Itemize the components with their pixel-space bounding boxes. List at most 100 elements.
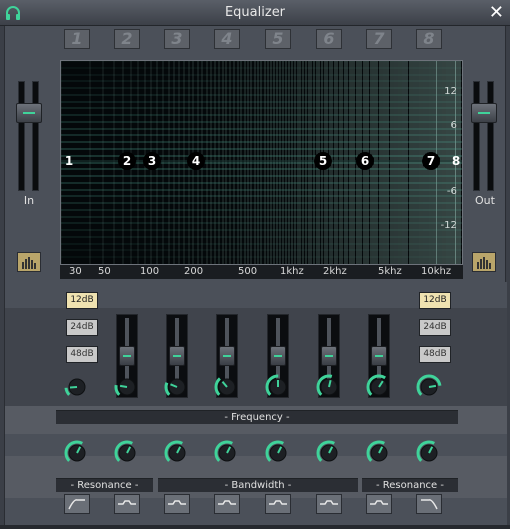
frequency-knob-7[interactable] [366,374,392,400]
frequency-knob-8[interactable] [416,374,442,400]
spectrum-icon [477,257,491,269]
frequency-tick-label: 1khz [280,266,304,277]
filter-type-button-2[interactable] [114,494,140,514]
band-toggle-3[interactable]: 3 [164,29,190,49]
eq-band-node-5[interactable]: 5 [314,152,332,170]
peak-filter-icon [118,500,136,505]
eq-band-node-2[interactable]: 2 [118,152,136,170]
filter-type-button-4[interactable] [214,494,240,514]
resonance-knob-1[interactable] [64,440,90,466]
gain-fader-handle[interactable] [169,346,185,366]
resonance-knob-8[interactable] [416,440,442,466]
gain-fader-handle[interactable] [270,346,286,366]
gain-fader-handle[interactable] [371,346,387,366]
peak-filter-icon [168,500,186,505]
resonance-knob-3[interactable] [164,440,190,466]
resonance-section-label-left: - Resonance - [56,478,153,492]
resonance-knob-6[interactable] [316,440,342,466]
input-label: In [23,194,35,207]
frequency-tick-label: 30 [69,266,82,277]
low-slope-48db-button[interactable]: 48dB [66,346,98,363]
lowpass-filter-icon [421,499,438,510]
eq-band-node-6[interactable]: 6 [356,152,374,170]
frequency-tick-label: 100 [140,266,160,277]
eq-band-node-3[interactable]: 3 [143,152,161,170]
low-slope-12db-button[interactable]: 12dB [66,292,98,309]
eq-band-node-8[interactable]: 8 [452,154,460,168]
low-slope-24db-button[interactable]: 24dB [66,319,98,336]
resonance-knob-5[interactable] [265,440,291,466]
high-slope-48db-button[interactable]: 48dB [419,346,451,363]
db-label: 12 [444,86,457,97]
gain-fader-handle[interactable] [119,346,135,366]
band-toggle-8[interactable]: 8 [416,29,442,49]
resonance-section-label-right: - Resonance - [362,478,458,492]
peak-filter-icon [370,500,388,505]
eq-band-node-4[interactable]: 4 [187,152,205,170]
filter-type-button-6[interactable] [316,494,342,514]
output-label: Out [475,194,495,207]
frequency-axis: 30 50 100 200 500 1khz 2khz 5khz 10khz [60,265,463,279]
svg-text:4: 4 [192,154,200,168]
gain-fader-handle[interactable] [321,346,337,366]
frequency-tick-label: 5khz [378,266,402,277]
eq-band-node-7[interactable]: 7 [422,152,440,170]
frequency-tick-label: 10khz [421,266,452,277]
resonance-knob-7[interactable] [366,440,392,466]
output-gain-handle[interactable] [471,103,497,123]
svg-text:8: 8 [452,154,460,168]
filter-type-button-8[interactable] [416,494,442,514]
input-gain-handle[interactable] [16,103,42,123]
svg-text:3: 3 [148,154,156,168]
frequency-tick-label: 500 [238,266,258,277]
high-slope-24db-button[interactable]: 24dB [419,319,451,336]
svg-text:5: 5 [319,154,327,168]
bandwidth-section-label: - Bandwidth - [158,478,358,492]
band-toggle-2[interactable]: 2 [114,29,140,49]
high-slope-12db-button[interactable]: 12dB [419,292,451,309]
filter-type-button-7[interactable] [366,494,392,514]
resonance-knob-2[interactable] [114,440,140,466]
filter-type-button-5[interactable] [265,494,291,514]
close-icon[interactable]: ✕ [489,2,504,23]
db-label: 6 [451,120,457,131]
frequency-knob-5[interactable] [265,374,291,400]
eq-graph[interactable]: 12 6 -6 -12 12345678 [60,60,463,265]
output-spectrum-button[interactable] [472,252,496,272]
band-toggle-7[interactable]: 7 [366,29,392,49]
window-bottom-edge [0,525,510,529]
highpass-filter-icon [68,499,85,510]
svg-text:1: 1 [65,154,73,168]
output-meter[interactable] [471,81,497,191]
filter-type-button-3[interactable] [164,494,190,514]
resonance-knob-4[interactable] [214,440,240,466]
window-title: Equalizer [224,5,286,20]
frequency-tick-label: 2khz [323,266,347,277]
frequency-tick-label: 50 [98,266,111,277]
peak-filter-icon [320,500,338,505]
input-meter[interactable] [16,81,42,191]
frequency-knob-6[interactable] [316,374,342,400]
filter-type-button-1[interactable] [64,494,90,514]
band-toggle-6[interactable]: 6 [316,29,342,49]
peak-filter-icon [218,500,236,505]
frequency-knob-1[interactable] [64,374,90,400]
equalizer-panel: In Out 12 6 -6 -12 12345678 30 50 100 200 500 1k… [4,26,507,525]
gain-fader-handle[interactable] [219,346,235,366]
input-spectrum-button[interactable] [17,252,41,272]
frequency-knob-2[interactable] [114,374,140,400]
eq-band-node-1[interactable]: 1 [65,154,73,168]
band-toggle-4[interactable]: 4 [214,29,240,49]
frequency-knob-4[interactable] [214,374,240,400]
frequency-tick-label: 200 [184,266,204,277]
frequency-section-label: - Frequency - [56,410,458,424]
db-label: -12 [441,220,457,231]
peak-filter-icon [269,500,287,505]
band-toggle-5[interactable]: 5 [265,29,291,49]
svg-text:7: 7 [427,154,435,168]
band-toggle-1[interactable]: 1 [64,29,90,49]
frequency-knob-3[interactable] [164,374,190,400]
svg-text:6: 6 [361,154,369,168]
db-label: -6 [447,186,457,197]
title-bar: Equalizer ✕ [0,0,510,26]
